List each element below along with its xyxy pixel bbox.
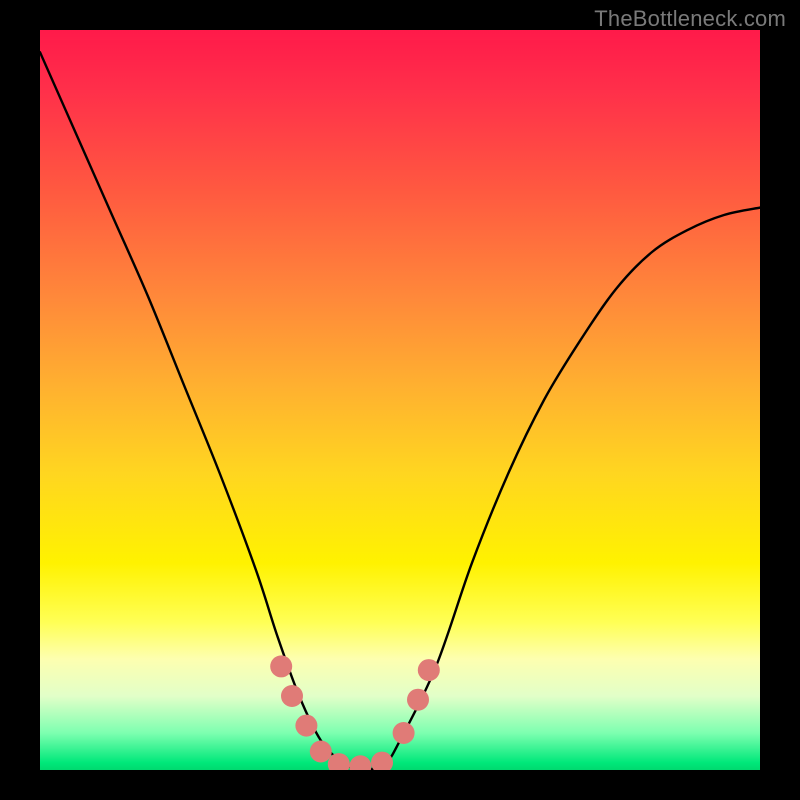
curve-marker [407,689,429,711]
plot-area [40,30,760,770]
curve-marker [281,685,303,707]
curve-layer [40,30,760,770]
curve-marker [418,659,440,681]
curve-marker [270,655,292,677]
curve-marker [371,752,393,770]
curve-marker [310,741,332,763]
chart-container: TheBottleneck.com [0,0,800,800]
curve-marker [295,715,317,737]
curve-marker [393,722,415,744]
curve-marker [328,753,350,770]
curve-marker [349,755,371,770]
bottleneck-curve [40,52,760,770]
attribution-label: TheBottleneck.com [594,6,786,32]
